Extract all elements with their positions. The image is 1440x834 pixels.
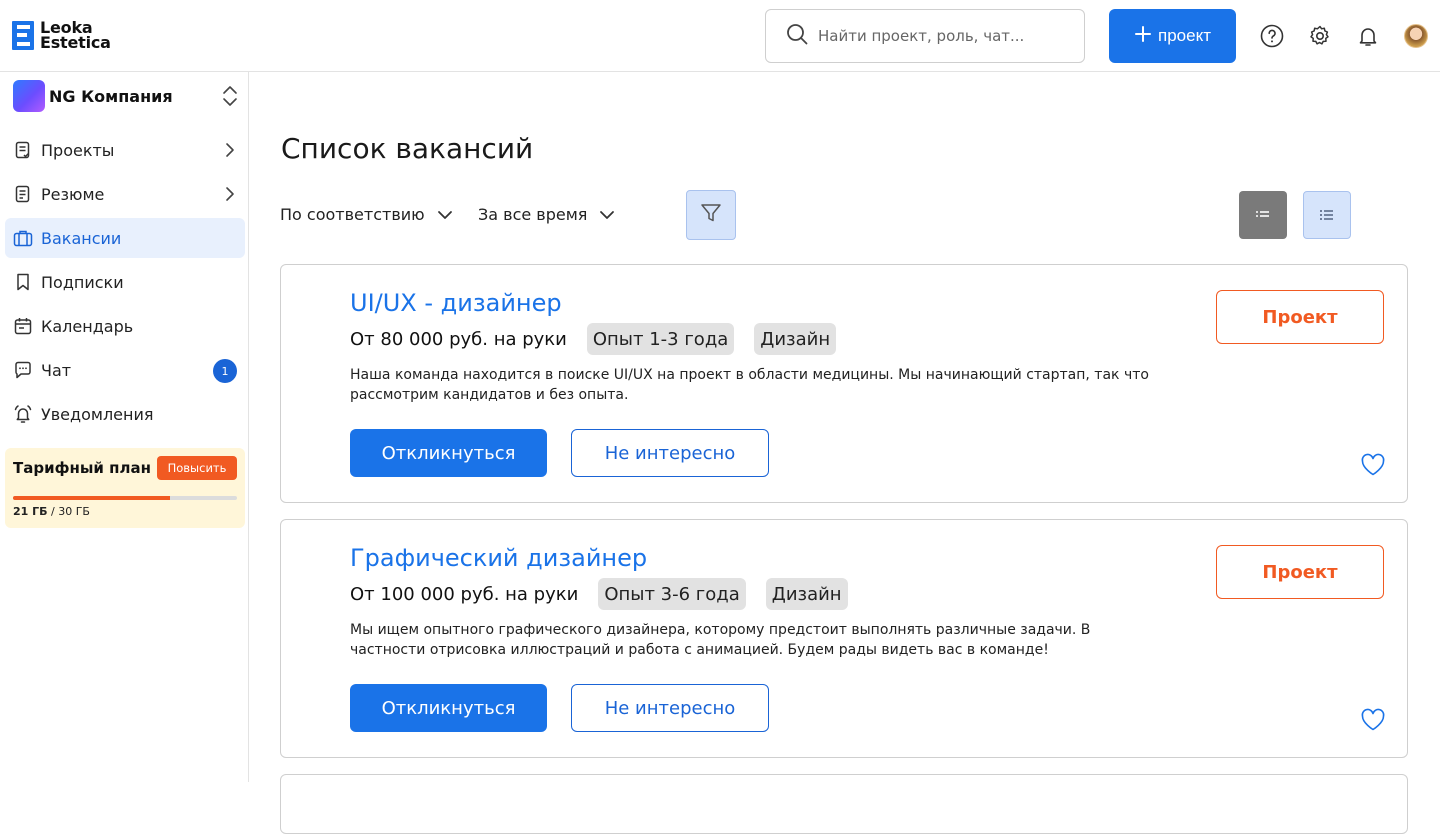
- main-content: Список вакансий По соответствию За все в…: [249, 72, 1440, 834]
- apply-button[interactable]: Откликнуться: [350, 684, 547, 732]
- chevron-down-icon: [437, 205, 453, 224]
- filter-button[interactable]: [686, 190, 736, 240]
- logo[interactable]: Leoka Estetica: [12, 20, 111, 52]
- search-box[interactable]: [765, 9, 1085, 63]
- bookmark-icon: [13, 272, 33, 292]
- sidebar-item-label: Чат: [41, 360, 72, 380]
- help-icon[interactable]: [1260, 24, 1284, 48]
- search-icon: [786, 23, 808, 49]
- category-tag: Дизайн: [754, 323, 837, 355]
- logo-line-2: Estetica: [40, 33, 111, 52]
- sidebar-item-label: Вакансии: [41, 228, 122, 248]
- new-project-button[interactable]: проект: [1109, 9, 1236, 63]
- sidebar-nav: Проекты Резюме Вакансии Подписки Календа…: [5, 130, 245, 438]
- sidebar-item-subscriptions[interactable]: Подписки: [5, 262, 245, 302]
- heart-icon[interactable]: [1360, 708, 1386, 732]
- vacancy-meta: От 80 000 руб. на руки Опыт 1-3 года Диз…: [350, 323, 837, 355]
- project-button[interactable]: Проект: [1216, 545, 1384, 599]
- resume-icon: [13, 184, 33, 204]
- sidebar-item-label: Резюме: [41, 184, 105, 204]
- not-interested-button[interactable]: Не интересно: [571, 429, 769, 477]
- compact-view-button[interactable]: [1239, 191, 1287, 239]
- storage-progress-bar: [13, 496, 237, 500]
- chevron-right-icon: [225, 142, 235, 162]
- search-input[interactable]: [818, 27, 1058, 45]
- projects-icon: [13, 140, 33, 160]
- storage-usage: 21 ГБ / 30 ГБ: [13, 505, 90, 518]
- period-label: За все время: [478, 205, 588, 224]
- not-interested-button[interactable]: Не интересно: [571, 684, 769, 732]
- apply-button[interactable]: Откликнуться: [350, 429, 547, 477]
- sort-label: По соответствию: [280, 205, 425, 224]
- category-tag: Дизайн: [765, 578, 848, 610]
- vacancy-card: UI/UX - дизайнер От 80 000 руб. на руки …: [280, 264, 1408, 503]
- list-view-button[interactable]: [1303, 191, 1351, 239]
- storage-total: / 30 ГБ: [51, 505, 90, 518]
- upgrade-plan-button[interactable]: Повысить: [157, 456, 237, 480]
- experience-tag: Опыт 3-6 года: [598, 578, 746, 610]
- new-project-label: проект: [1158, 26, 1211, 45]
- vacancy-title[interactable]: Графический дизайнер: [350, 544, 647, 572]
- vacancy-card: Графический дизайнер От 100 000 руб. на …: [280, 519, 1408, 758]
- vacancy-meta: От 100 000 руб. на руки Опыт 3-6 года Ди…: [350, 578, 848, 610]
- vacancy-title[interactable]: UI/UX - дизайнер: [350, 289, 562, 317]
- storage-progress-fill: [13, 496, 170, 500]
- sidebar-item-label: Подписки: [41, 272, 124, 292]
- heart-icon[interactable]: [1360, 453, 1386, 477]
- vacancy-salary: От 100 000 руб. на руки: [350, 583, 579, 605]
- calendar-icon: [13, 316, 33, 336]
- sidebar-item-projects[interactable]: Проекты: [5, 130, 245, 170]
- page-title: Список вакансий: [281, 132, 534, 165]
- top-header: Leoka Estetica проект: [0, 0, 1440, 72]
- project-button[interactable]: Проект: [1216, 290, 1384, 344]
- company-switcher[interactable]: NG Компания: [13, 80, 238, 112]
- bell-icon[interactable]: [1356, 24, 1380, 48]
- chat-icon: [13, 360, 33, 380]
- company-logo: [13, 80, 45, 112]
- period-dropdown[interactable]: За все время: [478, 205, 615, 224]
- sidebar: NG Компания Проекты Резюме Вакансии Подп…: [0, 72, 249, 782]
- filter-icon: [700, 202, 722, 228]
- sidebar-item-label: Проекты: [41, 140, 115, 160]
- plus-icon: [1134, 25, 1152, 48]
- settings-icon[interactable]: [1308, 24, 1332, 48]
- briefcase-icon: [13, 228, 33, 248]
- vacancy-card-partial: [280, 774, 1408, 834]
- sort-dropdown[interactable]: По соответствию: [280, 205, 453, 224]
- sidebar-item-chat[interactable]: Чат 1: [5, 350, 245, 390]
- list-icon: [1319, 206, 1335, 225]
- vacancy-description: Мы ищем опытного графического дизайнера,…: [350, 622, 1091, 658]
- plan-title: Тарифный план: [13, 459, 151, 477]
- sidebar-item-notifications[interactable]: Уведомления: [5, 394, 245, 434]
- chevron-updown-icon[interactable]: [222, 84, 238, 112]
- sidebar-item-label: Календарь: [41, 316, 134, 336]
- unread-badge: 1: [213, 359, 237, 383]
- sidebar-item-vacancies[interactable]: Вакансии: [5, 218, 245, 258]
- company-name: NG Компания: [49, 86, 173, 106]
- list-compact-icon: [1255, 206, 1271, 225]
- sidebar-item-label: Уведомления: [41, 404, 154, 424]
- plan-card: Тарифный план Повысить 21 ГБ / 30 ГБ: [5, 448, 245, 528]
- logo-mark-icon: [12, 20, 34, 50]
- user-avatar[interactable]: [1404, 24, 1428, 48]
- storage-used: 21 ГБ: [13, 505, 48, 518]
- chevron-right-icon: [225, 186, 235, 206]
- chevron-down-icon: [599, 205, 615, 224]
- vacancy-salary: От 80 000 руб. на руки: [350, 328, 567, 350]
- sidebar-item-calendar[interactable]: Календарь: [5, 306, 245, 346]
- vacancy-description: Наша команда находится в поиске UI/UX на…: [350, 367, 1149, 403]
- experience-tag: Опыт 1-3 года: [586, 323, 735, 355]
- notification-bell-icon: [13, 404, 33, 424]
- sidebar-item-resume[interactable]: Резюме: [5, 174, 245, 214]
